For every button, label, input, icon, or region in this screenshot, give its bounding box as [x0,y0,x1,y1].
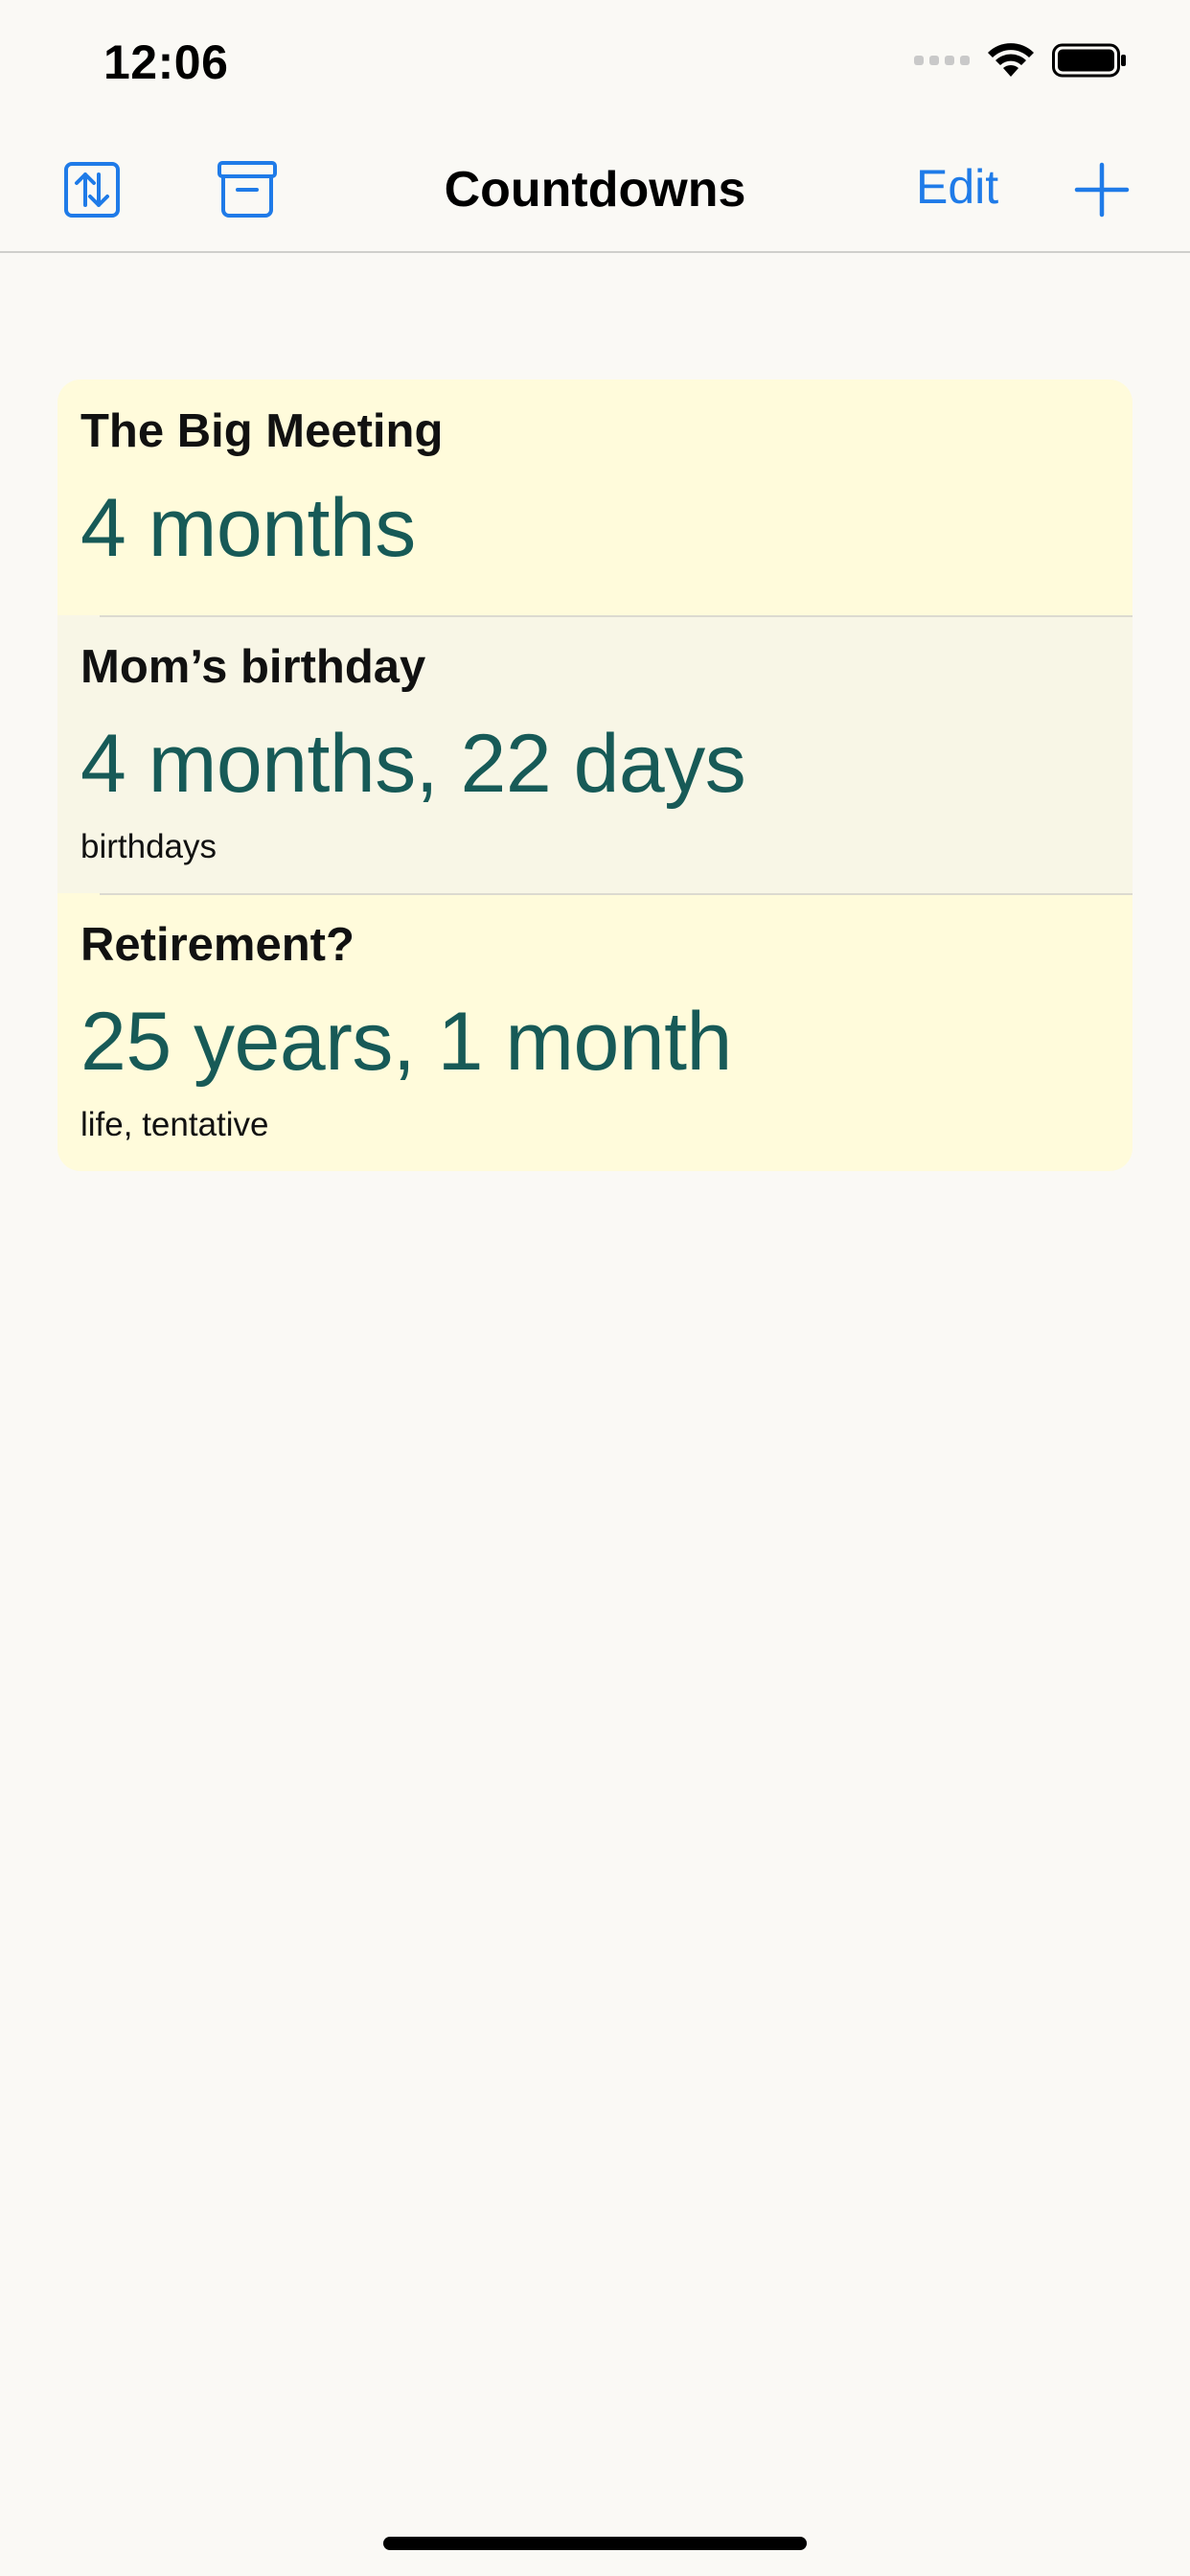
status-time: 12:06 [103,35,229,89]
row-divider [100,615,1133,617]
page-title: Countdowns [444,162,746,218]
countdown-tags: life, tentative [80,1106,269,1143]
status-icons [914,42,1129,79]
sort-button[interactable] [57,155,126,224]
countdown-title: The Big Meeting [80,405,444,457]
cellular-signal-icon [914,56,970,65]
battery-icon [1052,43,1126,78]
countdown-tags: birthdays [80,828,217,865]
status-bar: 12:06 [0,0,1190,134]
countdown-value: 4 months, 22 days [80,718,746,810]
row-divider [100,893,1133,895]
countdown-row[interactable]: The Big Meeting 4 months [57,380,1133,615]
wifi-icon [988,43,1034,77]
countdown-row[interactable]: Retirement? 25 years, 1 month life, tent… [57,893,1133,1171]
countdown-row[interactable]: Mom’s birthday 4 months, 22 days birthda… [57,615,1133,893]
archive-box-icon [217,161,277,218]
countdown-value: 4 months [80,482,416,574]
edit-button[interactable]: Edit [916,159,998,215]
navigation-bar: Countdowns Edit [0,134,1190,253]
archive-button[interactable] [213,155,282,224]
countdown-value: 25 years, 1 month [80,996,732,1088]
sort-arrows-icon [64,162,120,218]
add-countdown-button[interactable] [1067,155,1136,224]
plus-icon [1074,162,1130,218]
home-indicator[interactable] [383,2537,807,2550]
countdown-title: Mom’s birthday [80,641,426,693]
countdown-list: The Big Meeting 4 months Mom’s birthday … [57,380,1133,1171]
countdown-title: Retirement? [80,919,355,971]
